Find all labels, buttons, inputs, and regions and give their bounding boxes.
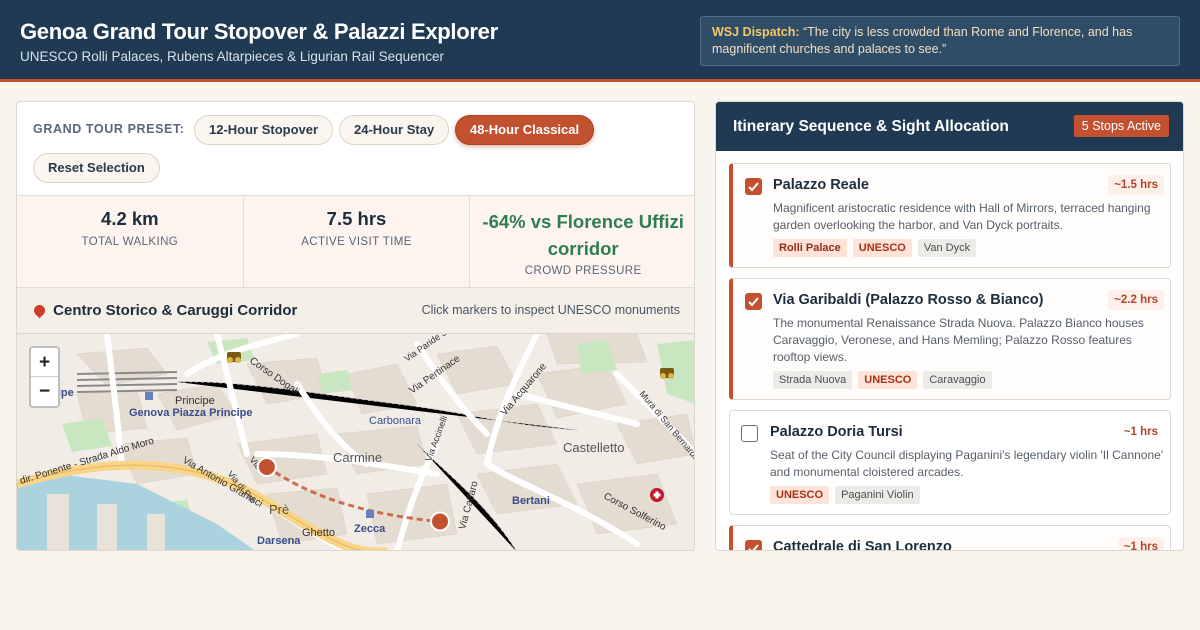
preset-12-hour-button[interactable]: 12-Hour Stopover [194,115,334,145]
map-title: Centro Storico & Caruggi Corridor [31,302,298,319]
stop-checkbox[interactable] [745,540,762,550]
reset-selection-button[interactable]: Reset Selection [33,153,160,183]
map-pin-icon [31,302,48,319]
tour-planner-panel: GRAND TOUR PRESET: 12-Hour Stopover 24-H… [16,101,695,551]
map-label-principe: Principe [175,395,215,407]
page-subtitle: UNESCO Rolli Palaces, Rubens Altarpieces… [20,49,444,64]
map-label-carmine: Carmine [333,450,382,465]
stop-duration: ~2.2 hrs [1108,290,1164,310]
stat-crowd-label: CROWD PRESSURE [524,265,642,277]
preset-label: GRAND TOUR PRESET: [33,122,185,136]
map-label-zecca: Zecca [354,523,386,535]
map-label-darsena: Darsena [257,535,301,547]
stop-description: Magnificent aristocratic residence with … [773,201,1151,232]
stop-name: Palazzo Reale [773,177,869,193]
stop-tags: UNESCO Paganini Violin [770,486,920,504]
stop-description: Seat of the City Council displaying Paga… [770,448,1164,479]
itinerary-panel: Itinerary Sequence & Sight Allocation 5 … [715,101,1184,551]
stop-card-via-garibaldi[interactable]: Via Garibaldi (Palazzo Rosso & Bianco) ~… [729,278,1171,400]
tag: Van Dyck [917,239,977,257]
stop-checkbox[interactable] [741,425,758,442]
map-label-bertani: Bertani [512,495,550,507]
zoom-out-button[interactable]: − [31,377,58,406]
stop-card-palazzo-doria-tursi[interactable]: Palazzo Doria Tursi ~1 hrs Seat of the C… [729,410,1171,515]
stat-walking-label: TOTAL WALKING [81,236,179,248]
map-tiles[interactable]: Principe Genova Piazza Principe ncipe Ca… [17,334,695,551]
viewpoint-icon[interactable] [660,368,674,379]
map-label-genova-piazza: Genova Piazza Principe [129,407,253,419]
map-header: Centro Storico & Caruggi Corridor Click … [17,288,694,334]
press-quote: WSJ Dispatch: “The city is less crowded … [700,16,1180,66]
tag-unesco: UNESCO [852,239,912,257]
checkmark-icon [748,544,759,550]
map-label-ghetto: Ghetto [302,527,335,539]
map-label-pre: Prè [269,502,289,517]
checkmark-icon [748,297,759,307]
stop-duration: ~1 hrs [1123,426,1158,438]
preset-48-hour-button[interactable]: 48-Hour Classical [455,115,595,145]
stop-checkbox[interactable] [745,178,762,195]
stop-name: Cattedrale di San Lorenzo [773,539,952,551]
itinerary-title: Itinerary Sequence & Sight Allocation [733,118,1009,135]
map-label-carbonara: Carbonara [369,415,422,427]
stat-crowd: -64% vs Florence Uffizi corridor CROWD P… [470,196,694,287]
stat-visit-time-label: ACTIVE VISIT TIME [301,236,412,248]
stat-walking-value: 4.2 km [101,208,159,229]
station-square-icon [145,392,153,400]
binoculars-icon[interactable] [227,352,241,363]
tag: Rolli Palace [773,239,847,257]
stop-name: Via Garibaldi (Palazzo Rosso & Bianco) [773,292,1044,308]
marker-via-garibaldi[interactable] [430,511,451,532]
press-quote-source: WSJ Dispatch: [712,25,800,39]
stop-duration: ~1.5 hrs [1108,175,1164,195]
tag-unesco: UNESCO [770,486,830,504]
hospital-icon[interactable] [650,488,664,502]
tag: Strada Nuova [773,371,853,389]
map-hint: Click markers to inspect UNESCO monument… [421,303,680,317]
stop-description: The monumental Renaissance Strada Nuova.… [773,316,1144,364]
stop-duration: ~1 hrs [1117,537,1164,550]
tag: Paganini Violin [835,486,920,504]
stop-tags: Strada Nuova UNESCO Caravaggio [773,371,992,389]
map-view[interactable]: Principe Genova Piazza Principe ncipe Ca… [17,334,695,551]
checkmark-icon [748,182,759,192]
preset-24-hour-button[interactable]: 24-Hour Stay [339,115,450,145]
active-stops-badge: 5 Stops Active [1073,115,1169,137]
stat-walking: 4.2 km TOTAL WALKING [17,196,244,287]
stat-visit-time-value: 7.5 hrs [326,208,387,229]
zoom-control: + − [29,346,60,408]
transit-square-icon [366,510,374,518]
stop-checkbox[interactable] [745,293,762,310]
marker-palazzo-reale[interactable] [256,456,277,477]
stat-crowd-value: -64% vs Florence Uffizi corridor [482,211,684,259]
tag: Caravaggio [923,371,992,389]
stop-tags: Rolli Palace UNESCO Van Dyck [773,239,977,257]
stop-card-palazzo-reale[interactable]: Palazzo Reale ~1.5 hrs Magnificent arist… [729,163,1171,268]
stop-name: Palazzo Doria Tursi [770,424,903,440]
page-title: Genoa Grand Tour Stopover & Palazzi Expl… [20,19,498,44]
tag-unesco: UNESCO [858,371,918,389]
map-label-castelletto: Castelletto [563,440,624,455]
map-title-text: Centro Storico & Caruggi Corridor [53,302,298,319]
stop-card-cattedrale-san-lorenzo[interactable]: Cattedrale di San Lorenzo ~1 hrs [729,525,1171,551]
tour-stats: 4.2 km TOTAL WALKING 7.5 hrs ACTIVE VISI… [17,195,694,288]
app-header: Genoa Grand Tour Stopover & Palazzi Expl… [0,0,1200,82]
zoom-in-button[interactable]: + [31,348,58,377]
itinerary-header: Itinerary Sequence & Sight Allocation 5 … [716,102,1183,151]
stat-visit-time: 7.5 hrs ACTIVE VISIT TIME [244,196,471,287]
